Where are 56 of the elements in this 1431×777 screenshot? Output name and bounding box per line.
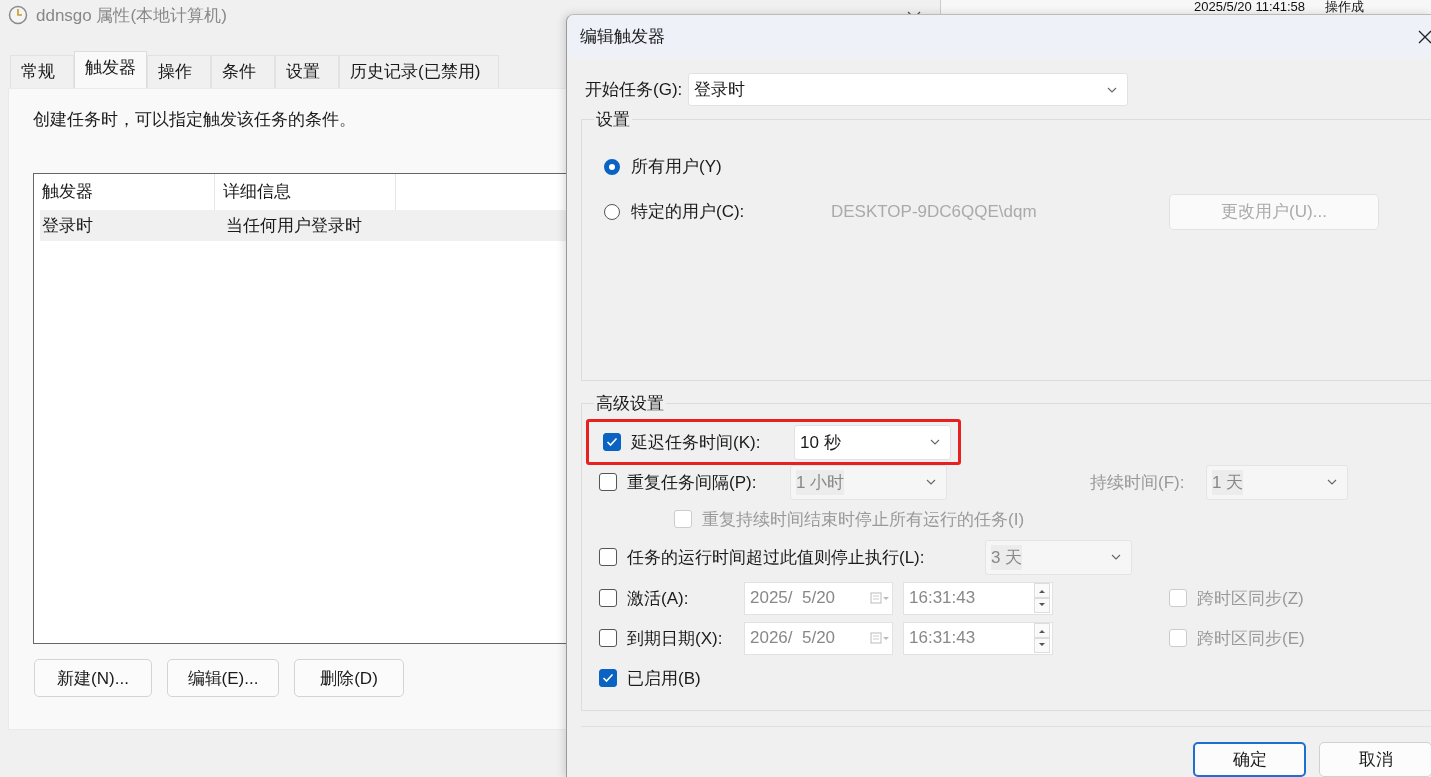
dropdown[interactable]: 登录时 xyxy=(688,73,1129,106)
checkbox-label: 跨时区同步(E) xyxy=(1197,627,1306,650)
checkbox-label: 到期日期(X): xyxy=(627,627,724,650)
checkbox-label: 激活(A): xyxy=(627,587,690,610)
checkbox-label: 重复持续时间结束时停止所有运行的任务(I) xyxy=(702,508,1025,531)
check-icon xyxy=(602,673,614,683)
dialog-title: 编辑触发器 xyxy=(580,26,666,48)
timestamp-text: 2025/5/20 11:41:58 xyxy=(1194,0,1306,13)
checkbox[interactable] xyxy=(599,589,617,607)
checkbox-label: 已启用(B) xyxy=(627,667,701,690)
calendar-icon xyxy=(870,592,890,604)
checkbox-label: 重复任务间隔(P): xyxy=(627,471,758,494)
calendar-icon xyxy=(870,632,890,644)
clock-icon xyxy=(8,5,28,25)
checkbox[interactable] xyxy=(599,473,617,491)
tab[interactable]: 设置 xyxy=(275,55,339,88)
button[interactable]: 新建(N)... xyxy=(34,659,152,697)
radio-button[interactable] xyxy=(604,203,620,220)
tab[interactable]: 触发器 xyxy=(74,51,147,88)
tab[interactable]: 条件 xyxy=(211,55,275,88)
spinner-icon xyxy=(1034,623,1050,653)
tab[interactable]: 常规 xyxy=(10,55,74,88)
tab[interactable]: 历史记录(已禁用) xyxy=(339,55,500,88)
checkbox-label: 延迟任务时间(K): xyxy=(631,431,762,454)
checkbox-label: 跨时区同步(Z) xyxy=(1197,587,1305,610)
checkbox[interactable] xyxy=(603,433,621,451)
time-field[interactable]: 16:31:43 xyxy=(903,621,1053,655)
spinner-icon xyxy=(1034,583,1050,613)
chevron-icon xyxy=(930,439,940,445)
radio-button[interactable] xyxy=(604,158,620,175)
button[interactable]: 删除(D) xyxy=(294,659,404,697)
chevron-icon xyxy=(1327,479,1337,485)
group-title: 高级设置 xyxy=(594,392,666,415)
checkbox-label: 任务的运行时间超过此值则停止执行(L): xyxy=(627,546,926,569)
time-field[interactable]: 16:31:43 xyxy=(903,581,1053,615)
date-picker[interactable]: 2026/ 5/20 xyxy=(744,621,893,655)
checkbox[interactable] xyxy=(599,548,617,566)
checkbox[interactable] xyxy=(599,629,617,647)
tab[interactable]: 操作 xyxy=(147,55,211,88)
close-icon xyxy=(1418,29,1431,44)
window-title: ddnsgo 属性(本地计算机) xyxy=(36,4,228,27)
field-label: 持续时间(F): xyxy=(1090,471,1186,494)
dropdown[interactable]: 10 秒 xyxy=(794,424,951,460)
check-icon xyxy=(606,437,618,447)
checkbox[interactable] xyxy=(599,669,617,687)
chevron-icon xyxy=(1111,554,1121,560)
description-text: 创建任务时，可以指定触发该任务的条件。 xyxy=(33,109,356,131)
button[interactable]: 取消 xyxy=(1319,742,1431,777)
radio-label: 所有用户(Y) xyxy=(631,156,723,178)
column-header: 操作成 xyxy=(1325,0,1365,13)
chevron-icon xyxy=(926,479,936,485)
button[interactable]: 确定 xyxy=(1193,742,1306,777)
chevron-icon xyxy=(1107,86,1118,93)
date-picker[interactable]: 2025/ 5/20 xyxy=(744,581,893,615)
button[interactable]: 编辑(E)... xyxy=(167,659,279,697)
field-label: 开始任务(G): xyxy=(585,79,683,101)
